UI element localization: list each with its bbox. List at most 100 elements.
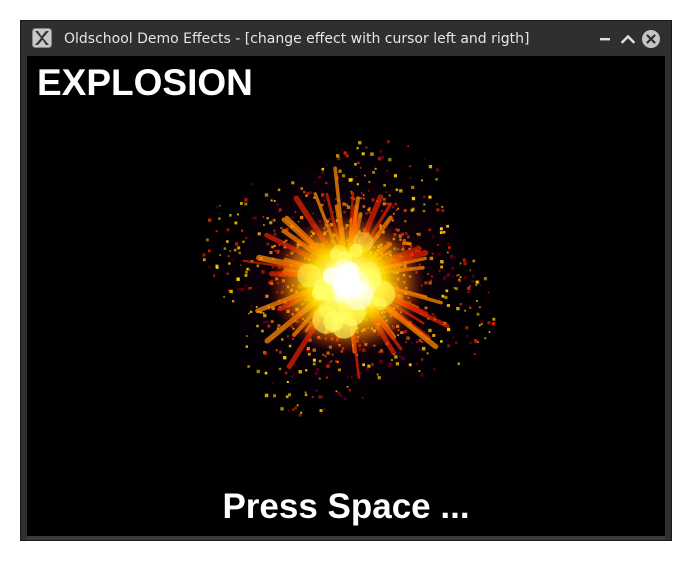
spark-particle [266,242,270,246]
spark-particle [273,200,276,202]
spark-particle [305,369,308,372]
spark-particle [218,217,221,220]
spark-particle [406,336,410,340]
core-blob [344,281,373,311]
spark-particle [263,313,267,318]
spark-particle [323,199,326,202]
title-bar[interactable]: Oldschool Demo Effects - [change effect … [21,21,671,56]
core-blob [353,232,374,253]
spark-particle [263,352,267,356]
spark-particle [476,312,480,316]
spark-particle [328,361,331,364]
spark-particle [450,254,454,259]
spark-particle [278,367,282,371]
spark-particle [383,197,386,201]
spark-particle [427,273,429,275]
spark-particle [359,166,362,169]
spark-particle [446,273,451,277]
spark-particle [229,250,232,252]
spark-particle [248,312,250,315]
spark-particle [483,277,488,281]
spark-particle [392,206,395,209]
spark-particle [476,300,478,302]
spark-particle [388,157,392,162]
spark-particle [343,151,347,155]
spark-particle [279,350,282,354]
spark-particle [435,178,438,181]
spark-particle [407,145,409,147]
spark-particle [377,376,381,380]
spark-particle [309,191,313,195]
spark-particle [367,364,371,368]
spark-particle [312,362,316,366]
spark-particle [379,349,384,353]
spark-particle [396,209,398,211]
spark-particle [269,221,273,225]
spark-particle [436,208,440,212]
spark-particle [408,176,412,180]
spark-particle [408,363,412,367]
spark-particle [278,208,282,212]
spark-particle [298,370,302,374]
spark-particle [215,266,219,269]
spark-particle [361,152,365,156]
spark-particle [455,287,458,291]
minimize-icon[interactable] [595,29,615,49]
spark-particle [421,176,423,178]
spark-particle [444,295,448,299]
spark-particle [455,341,458,344]
spark-particle [392,212,395,215]
spark-particle [248,269,251,271]
spark-particle [280,227,283,230]
spark-particle [457,274,460,277]
spark-particle [459,276,462,279]
spark-particle [386,140,390,144]
spark-particle [420,373,424,377]
spark-particle [275,349,278,352]
spark-particle [336,154,340,158]
close-icon[interactable] [641,29,661,49]
spark-particle [288,344,292,348]
spark-particle [347,376,349,379]
spark-particle [337,392,341,396]
spark-particle [446,251,449,254]
spark-particle [227,255,230,258]
spark-particle [292,216,294,219]
maximize-icon[interactable] [618,29,638,49]
spark-particle [280,407,284,411]
spark-particle [473,353,476,356]
spark-particle [435,203,439,206]
spark-particle [244,284,248,287]
spark-particle [432,334,436,337]
spark-particle [264,371,268,375]
spark-particle [293,373,295,376]
spark-particle [464,309,467,312]
spark-particle [418,338,422,343]
spark-particle [342,174,346,178]
demo-canvas[interactable]: EXPLOSION Press Space ... [27,56,665,536]
spark-particle [245,345,248,348]
spark-particle [385,370,388,372]
spark-particle [491,322,496,326]
spark-particle [321,395,324,398]
spark-particle [294,406,297,410]
spark-particle [492,317,496,321]
spark-particle [286,381,289,383]
spark-particle [254,332,256,335]
spark-particle [281,338,284,341]
spark-particle [316,367,319,371]
spark-particle [244,274,248,277]
spark-particle [484,337,487,340]
spark-particle [488,331,491,333]
spark-particle [238,251,241,255]
spark-particle [345,154,349,158]
spark-particle [319,409,323,413]
spark-particle [312,212,315,215]
spark-particle [487,291,490,294]
spark-particle [446,327,451,332]
spark-particle [202,253,206,257]
spark-particle [374,167,377,170]
spark-particle [321,167,325,171]
spark-particle [446,224,449,228]
spark-particle [206,238,209,242]
